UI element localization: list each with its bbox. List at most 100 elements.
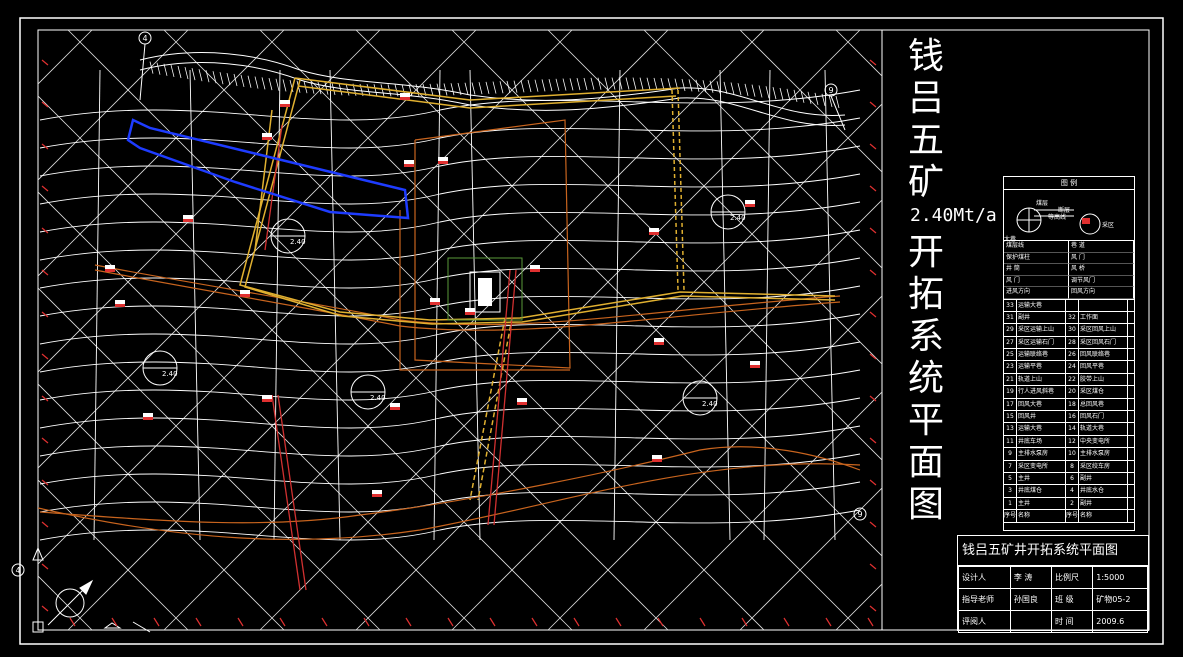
title-char: 吕 xyxy=(907,78,944,119)
legend-row: 1 主井 2 副井 xyxy=(1004,497,1134,511)
legend-cell: 5 xyxy=(1004,472,1017,485)
legend-cell: 采区回风上山 xyxy=(1079,324,1128,336)
legend-row: 25 运输联络巷 26 回风联络巷 xyxy=(1004,349,1134,362)
legend-row: 21 轨道上山 22 胶带上山 xyxy=(1004,373,1134,387)
title-block-cell: 李 涛 xyxy=(1009,566,1053,589)
legend-cell: 回风联络巷 xyxy=(1079,349,1128,361)
legend-cell: 胶带上山 xyxy=(1079,373,1128,386)
legend-row: 33 运输大巷 xyxy=(1004,299,1134,312)
legend-panel: 图 例 煤层 断层 等高线 采区 大巷 煤层线 巷 道 保护煤柱 风 门 井 筒… xyxy=(1003,176,1135,531)
title-block-cell: 设计人 xyxy=(958,566,1011,589)
legend-cell: 30 xyxy=(1066,324,1079,336)
title-block-cell: 孙国良 xyxy=(1009,588,1053,611)
legend-cell: 31 xyxy=(1004,311,1017,324)
legend-row: 29 采区运输上山 30 采区回风上山 xyxy=(1004,324,1134,337)
legend-cell: 14 xyxy=(1066,423,1079,435)
legend-cell: 运输联络巷 xyxy=(1017,349,1066,361)
legend-symbol-icon xyxy=(1016,207,1101,235)
legend-cell: 28 xyxy=(1066,336,1079,349)
legend-cell: 回风平巷 xyxy=(1079,361,1128,373)
legend-cell: 18 xyxy=(1066,398,1079,411)
legend-cell: 井底水仓 xyxy=(1079,485,1128,497)
legend-cell: 行人进风斜巷 xyxy=(1017,386,1066,398)
legend-symbol-item: 风 桥 xyxy=(1069,264,1134,276)
title-char: 统 xyxy=(907,358,944,399)
legend-cell: 25 xyxy=(1004,349,1017,361)
legend-cell: 名称 xyxy=(1079,510,1128,522)
legend-row: 7 采区变电所 8 采区绞车房 xyxy=(1004,460,1134,473)
legend-cell: 4 xyxy=(1066,485,1079,497)
legend-cell: 主排水泵房 xyxy=(1017,448,1066,460)
panel-marker-label: 2.40 xyxy=(370,394,386,402)
legend-cell: 总回风巷 xyxy=(1079,398,1128,411)
legend-cell: 32 xyxy=(1066,311,1079,324)
panel-marker: 2.40 xyxy=(682,380,718,416)
legend-symbol-area: 煤层 断层 等高线 采区 大巷 xyxy=(1004,190,1134,243)
panel-marker: 2.40 xyxy=(350,374,386,410)
shaft-area xyxy=(447,257,523,321)
title-char: 系 xyxy=(907,316,944,357)
legend-cell: 3 xyxy=(1004,485,1017,497)
title-block-heading: 钱吕五矿井开拓系统平面图 xyxy=(958,536,1148,566)
legend-cell: 采区运输石门 xyxy=(1017,336,1066,349)
legend-cell: 12 xyxy=(1066,435,1079,448)
legend-symbol-item: 井 筒 xyxy=(1004,264,1069,276)
title-block-cell: 评阅人 xyxy=(958,610,1011,633)
title-char: 矿 xyxy=(907,162,944,203)
legend-symbol-item: 保护煤柱 xyxy=(1004,252,1069,264)
legend-symbol-item: 进风方向 xyxy=(1004,287,1069,299)
legend-cell: 回风大巷 xyxy=(1017,398,1066,411)
legend-cell: 回风石门 xyxy=(1079,411,1128,423)
legend-symbol-label: 煤层 xyxy=(1036,200,1049,207)
title-block-cell xyxy=(1009,610,1053,633)
legend-cell: 20 xyxy=(1066,386,1079,398)
legend-symbol-label: 采区 xyxy=(1102,222,1115,229)
legend-cell: 8 xyxy=(1066,460,1079,472)
grid-marker-4-top: 4 xyxy=(142,34,147,43)
title-char: 面 xyxy=(907,442,944,483)
title-block-cell: 矿物05-2 xyxy=(1092,588,1148,611)
legend-row: 13 运输大巷 14 轨道大巷 xyxy=(1004,423,1134,436)
grid-marker-9-bottom: 9 xyxy=(857,510,862,519)
title-block-cell: 1:5000 xyxy=(1092,566,1148,589)
legend-row: 31 副井 32 工作面 xyxy=(1004,311,1134,325)
title-block-table: 设计人 李 涛 比例尺 1:5000 指导老师 孙国良 班 级 矿物05-2 评… xyxy=(958,566,1148,633)
legend-cell: 运输大巷 xyxy=(1017,299,1066,311)
title-char: 钱 xyxy=(907,36,944,77)
legend-cell: 21 xyxy=(1004,373,1017,386)
legend-cell: 采区煤仓 xyxy=(1079,386,1128,398)
legend-rows: 33 运输大巷 31 副井 32 工作面 29 采区运输上山 30 采区回风上山 27 采区运输石门 2… xyxy=(1004,299,1134,523)
legend-cell: 27 xyxy=(1004,336,1017,349)
legend-cell: 名称 xyxy=(1017,510,1066,522)
grid-marker-9-right: 9 xyxy=(828,86,833,95)
title-block-cell: 比例尺 xyxy=(1051,566,1094,589)
legend-cell: 6 xyxy=(1066,472,1079,485)
legend-cell: 15 xyxy=(1004,411,1017,423)
legend-cell: 主井 xyxy=(1017,472,1066,485)
frame-ticks xyxy=(41,59,877,627)
legend-cell: 采区运输上山 xyxy=(1017,324,1066,336)
legend-cell xyxy=(1066,299,1079,311)
legend-cell: 井底车场 xyxy=(1017,435,1066,448)
panel-marker: 2.40 xyxy=(142,350,178,386)
title-char: 拓 xyxy=(907,274,944,315)
legend-symbol-label: 等高线 xyxy=(1048,214,1067,221)
legend-cell: 22 xyxy=(1066,373,1079,386)
legend-cell: 运输平巷 xyxy=(1017,361,1066,373)
legend-symbol-grid: 煤层线 巷 道 保护煤柱 风 门 井 筒 风 桥 风 门 调节风门 进风方向 回… xyxy=(1004,241,1134,300)
legend-cell: 10 xyxy=(1066,448,1079,460)
panel-marker-label: 2.40 xyxy=(290,238,306,246)
title-block-cell: 时 间 xyxy=(1051,610,1094,633)
title-char: 平 xyxy=(907,400,944,441)
legend-symbol-item: 风 门 xyxy=(1069,252,1134,264)
legend-row: 9 主排水泵房 10 主排水泵房 xyxy=(1004,448,1134,461)
legend-cell xyxy=(1079,299,1128,311)
return-roadways xyxy=(264,124,517,591)
legend-cell: 29 xyxy=(1004,324,1017,336)
legend-cell: 13 xyxy=(1004,423,1017,435)
legend-symbol-item: 调节风门 xyxy=(1069,275,1134,287)
panel-marker-label: 2.40 xyxy=(162,370,178,378)
legend-cell: 17 xyxy=(1004,398,1017,411)
legend-row: 23 运输平巷 24 回风平巷 xyxy=(1004,361,1134,374)
legend-row: 27 采区运输石门 28 采区回风石门 xyxy=(1004,336,1134,350)
